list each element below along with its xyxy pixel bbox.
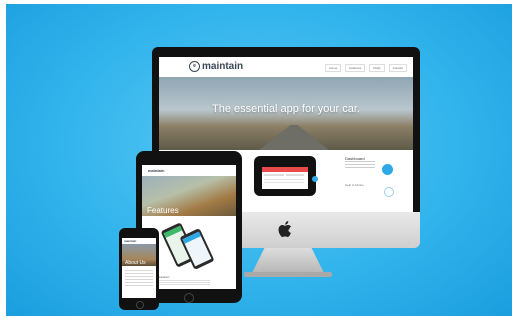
phone-logo[interactable]: maintain xyxy=(124,239,136,243)
app-tab[interactable] xyxy=(286,174,304,176)
nav-item-features[interactable]: Features xyxy=(345,64,366,72)
imac-stand-base xyxy=(244,272,332,277)
site-navbar: e maintain Home Features FAQs Contact xyxy=(159,57,413,78)
tablet-hero-title: Features xyxy=(147,206,179,215)
app-content xyxy=(264,179,304,185)
section-subheading: Help & Advice xyxy=(345,183,364,187)
hero-banner: The essential app for your car. xyxy=(159,77,413,150)
hero-title: The essential app for your car. xyxy=(212,103,360,115)
section-text xyxy=(345,161,375,169)
nav-item-home[interactable]: Home xyxy=(325,64,342,72)
logo-text: maintain xyxy=(202,61,244,72)
home-button-icon[interactable] xyxy=(184,293,194,303)
nav-item-faqs[interactable]: FAQs xyxy=(369,64,385,72)
imac-stand xyxy=(252,247,324,273)
feature-circle-icon[interactable] xyxy=(382,164,393,175)
phone-content xyxy=(125,270,153,288)
phone-hero-title: About Us xyxy=(125,260,146,266)
phone-hero: About Us xyxy=(122,244,156,266)
nav-item-contact[interactable]: Contact xyxy=(388,64,407,72)
nav-menu: Home Features FAQs Contact xyxy=(325,64,407,72)
app-screenshots-image xyxy=(161,223,214,269)
app-tab[interactable] xyxy=(264,174,284,176)
site-logo[interactable]: e maintain xyxy=(189,61,243,72)
tablet-caption-text xyxy=(150,280,210,285)
tablet-hero: Features xyxy=(142,176,236,216)
app-header-bar xyxy=(262,167,308,172)
blue-circle-icon xyxy=(312,176,318,182)
phone-landscape xyxy=(254,156,316,196)
tablet-logo[interactable]: maintain xyxy=(148,168,164,173)
outline-circle-icon[interactable] xyxy=(384,187,394,197)
home-button-icon[interactable] xyxy=(136,301,144,309)
phone-device: maintain About Us xyxy=(119,228,159,310)
phone-landscape-screen xyxy=(262,167,308,189)
product-showcase-background: e maintain Home Features FAQs Contact Th… xyxy=(6,4,512,316)
logo-badge-icon: e xyxy=(189,61,200,72)
apple-logo-icon xyxy=(278,221,291,237)
phone-website: maintain About Us xyxy=(122,238,156,298)
road-image xyxy=(259,125,329,150)
